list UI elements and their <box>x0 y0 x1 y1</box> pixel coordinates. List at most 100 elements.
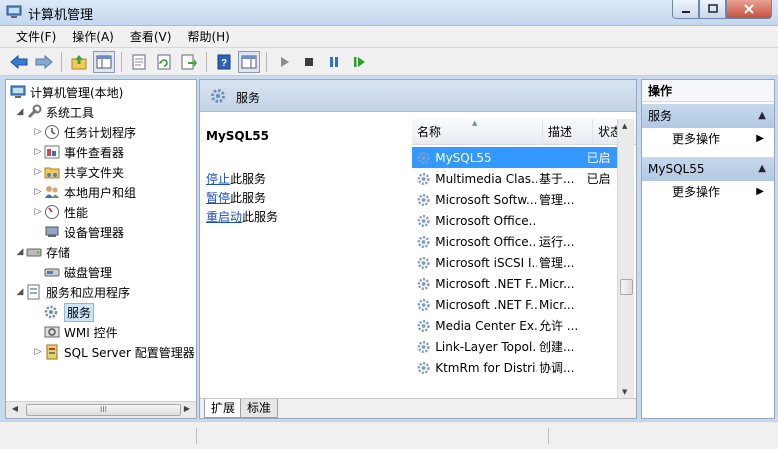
tree-item-disk-management[interactable]: 磁盘管理 <box>32 262 112 282</box>
collapsed-arrow-icon[interactable]: ▷ <box>32 147 44 157</box>
scroll-right-icon[interactable]: ▶ <box>180 404 194 417</box>
collapse-arrow-icon[interactable]: ▲ <box>758 104 766 128</box>
tree-item-label: 事件查看器 <box>64 145 125 160</box>
properties-button[interactable] <box>128 51 150 73</box>
help-button[interactable]: ? <box>213 51 235 73</box>
scrollbar-thumb[interactable] <box>620 279 633 295</box>
service-status-cell: 已启 <box>586 172 611 186</box>
service-row[interactable]: MySQL55 已启 <box>412 147 618 168</box>
services-vertical-scrollbar[interactable]: ▲ ▼ <box>617 119 634 399</box>
forward-button[interactable] <box>33 51 55 73</box>
menu-view[interactable]: 查看(V) <box>122 26 180 47</box>
window-title: 计算机管理 <box>28 8 94 23</box>
service-row[interactable]: Microsoft Softw... 管理... <box>412 189 618 210</box>
restart-service-link[interactable]: 重启动 <box>206 210 242 224</box>
back-button[interactable] <box>8 51 30 73</box>
action-section-mysql55[interactable]: MySQL55 ▲ <box>642 157 774 181</box>
collapsed-arrow-icon[interactable]: ▷ <box>32 207 44 217</box>
service-row[interactable]: Microsoft Office... 运行... <box>412 231 618 252</box>
tree-item-wmi-control[interactable]: WMI 控件 <box>32 322 118 342</box>
tree-item-performance[interactable]: ▷ 性能 <box>32 202 88 222</box>
computer-management-icon <box>6 5 22 18</box>
services-pane: 服务 MySQL55 停止此服务 暂停此服务 重启动此服务 ▲ 名称 描述 状态… <box>199 79 637 419</box>
services-list: ▲ 名称 描述 状态 MySQL55 已启 Multimedia Clas... 基于… <box>412 119 636 399</box>
scrollbar-thumb[interactable]: III <box>26 404 181 416</box>
tree-item-device-manager[interactable]: 设备管理器 <box>32 222 124 242</box>
expanded-arrow-icon[interactable]: ◢ <box>14 247 26 257</box>
tree-item-sql-server-config[interactable]: ▷ SQL Server 配置管理器 <box>32 342 195 362</box>
service-name-cell: Microsoft Office... <box>435 234 537 249</box>
action-more-actions[interactable]: 更多操作 ▶ <box>642 181 774 203</box>
tab-extended[interactable]: 扩展 <box>204 399 243 418</box>
service-status-cell: 已启 <box>586 151 611 165</box>
service-row[interactable]: Link-Layer Topol... 创建... <box>412 336 618 357</box>
stop-service-link[interactable]: 停止 <box>206 172 230 186</box>
resume-service-button[interactable] <box>348 51 370 73</box>
column-header-description[interactable]: 描述 <box>543 119 593 145</box>
close-button[interactable] <box>726 0 772 19</box>
tree-item-task-scheduler[interactable]: ▷ 任务计划程序 <box>32 122 136 142</box>
collapsed-arrow-icon[interactable]: ▷ <box>32 127 44 137</box>
service-row[interactable]: Multimedia Clas... 基于... 已启 <box>412 168 618 189</box>
action-section-services[interactable]: 服务 ▲ <box>642 104 774 128</box>
up-level-button[interactable] <box>68 51 90 73</box>
tree-item-services[interactable]: 服务 <box>32 302 95 322</box>
action-item-label: 更多操作 <box>672 132 721 146</box>
service-description-cell: 协调... <box>538 361 575 375</box>
export-list-button[interactable] <box>178 51 200 73</box>
tree-horizontal-scrollbar[interactable]: ◀ III ▶ <box>6 401 196 418</box>
tree-item-services-and-apps[interactable]: ◢ 服务和应用程序 <box>14 282 130 302</box>
action-more-actions[interactable]: 更多操作 ▶ <box>642 128 774 150</box>
column-header-label: 名称 <box>417 125 442 139</box>
menu-file[interactable]: 文件(F) <box>8 26 64 47</box>
service-row[interactable]: Microsoft .NET F... Micr... <box>412 273 618 294</box>
service-name-cell: Link-Layer Topol... <box>435 339 537 354</box>
tree-item-system-tools[interactable]: ◢ 系统工具 <box>14 102 94 122</box>
service-row[interactable]: Microsoft .NET F... Micr... <box>412 294 618 315</box>
pause-service-button[interactable] <box>323 51 345 73</box>
tree-item-storage[interactable]: ◢ 存储 <box>14 242 70 262</box>
toolbar-separator <box>61 51 62 72</box>
selected-service-name: MySQL55 <box>206 129 269 143</box>
tree-item-event-viewer[interactable]: ▷ 事件查看器 <box>32 142 124 162</box>
stop-service-button[interactable] <box>298 51 320 73</box>
service-row[interactable]: Microsoft Office... <box>412 210 618 231</box>
show-hide-tree-button[interactable] <box>93 50 115 73</box>
collapsed-arrow-icon[interactable]: ▷ <box>32 167 44 177</box>
shared-folder-icon <box>44 167 60 179</box>
expanded-arrow-icon[interactable]: ◢ <box>14 107 26 117</box>
refresh-button[interactable] <box>153 51 175 73</box>
start-service-button[interactable] <box>273 51 295 73</box>
service-row[interactable]: KtmRm for Distri... 协调... <box>412 357 618 378</box>
maximize-button[interactable] <box>699 0 726 19</box>
tree-item-local-users-groups[interactable]: ▷ 本地用户和组 <box>32 182 136 202</box>
performance-icon <box>45 205 59 219</box>
scroll-up-icon[interactable]: ▲ <box>622 122 627 130</box>
tree-root[interactable]: 计算机管理(本地) <box>10 82 123 102</box>
minimize-button[interactable] <box>672 0 699 19</box>
show-hide-action-pane-icon <box>241 55 257 68</box>
expanded-arrow-icon[interactable]: ◢ <box>14 287 26 297</box>
tab-standard[interactable]: 标准 <box>240 399 279 418</box>
service-name-cell: MySQL55 <box>435 150 492 165</box>
show-hide-action-pane-button[interactable] <box>238 50 260 73</box>
menu-action[interactable]: 操作(A) <box>64 26 122 47</box>
export-list-icon <box>181 54 197 69</box>
toolbar-separator <box>121 51 122 72</box>
service-description-cell: 管理... <box>538 256 575 270</box>
tree-item-shared-folders[interactable]: ▷ 共享文件夹 <box>32 162 124 182</box>
service-row[interactable]: Microsoft iSCSI I... 管理... <box>412 252 618 273</box>
show-hide-tree-icon <box>96 55 112 68</box>
event-viewer-icon <box>44 145 60 159</box>
tree-item-label: 服务和应用程序 <box>46 285 131 300</box>
pause-service-link[interactable]: 暂停 <box>206 191 230 205</box>
scroll-left-icon[interactable]: ◀ <box>8 404 22 417</box>
scroll-down-icon[interactable]: ▼ <box>622 388 627 396</box>
tree-item-label: 本地用户和组 <box>64 185 137 200</box>
menu-help[interactable]: 帮助(H) <box>179 26 237 47</box>
service-row[interactable]: Media Center Ex... 允许 ... <box>412 315 618 336</box>
collapsed-arrow-icon[interactable]: ▷ <box>32 347 44 357</box>
collapse-arrow-icon[interactable]: ▲ <box>758 157 766 181</box>
collapsed-arrow-icon[interactable]: ▷ <box>32 187 44 197</box>
column-header-name[interactable]: ▲ 名称 <box>412 119 543 145</box>
